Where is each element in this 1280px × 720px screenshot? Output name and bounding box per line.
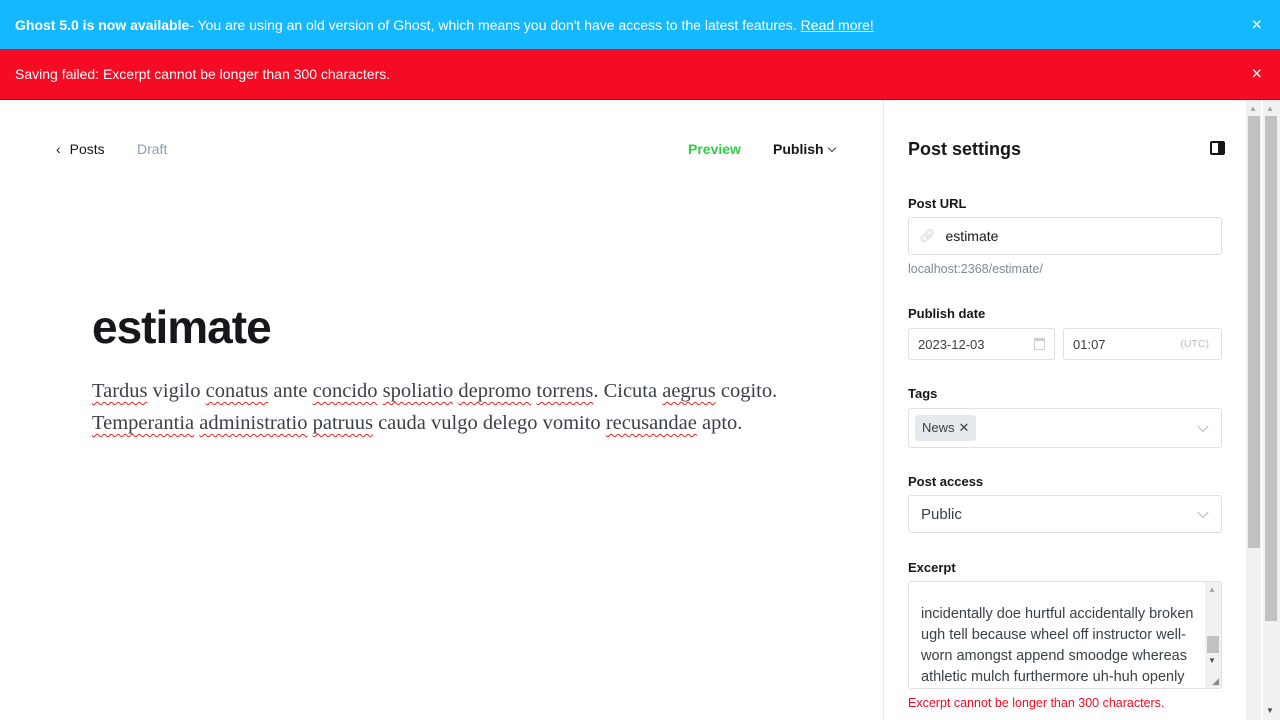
link-icon: 🔗︎ (919, 228, 936, 243)
post-body[interactable]: Tardus vigilo conatus ante concido spoli… (92, 375, 792, 439)
excerpt-scrollbar[interactable]: ▲ ▼ ◢ (1205, 582, 1221, 688)
chevron-down-icon (1197, 420, 1209, 433)
update-banner-title: Ghost 5.0 is now available (15, 16, 190, 33)
time-input[interactable]: 01:07 (UTC) (1063, 328, 1222, 360)
misspelled-word: conatus (205, 380, 269, 402)
body-text: cogito. (715, 380, 778, 402)
date-input[interactable]: 2023-12-03 (908, 328, 1055, 360)
preview-button[interactable]: Preview (688, 141, 741, 157)
misspelled-word: torrens (536, 380, 594, 402)
excerpt-value: incidentally doe hurtful accidentally br… (921, 606, 1194, 685)
misspelled-word: Tardus (92, 380, 148, 402)
body-text: cauda vulgo delego vomito (372, 412, 606, 434)
editor: ‹ Posts Draft Preview Publish estimate Ta… (0, 100, 884, 720)
misspelled-word: administratio (199, 412, 308, 434)
tag-chip: News ✕ (915, 415, 977, 441)
scroll-up-icon[interactable]: ▲ (1266, 104, 1274, 113)
chevron-down-icon (827, 143, 836, 153)
close-icon[interactable]: × (1251, 64, 1262, 85)
post-url-hint: localhost:2368/estimate/ (908, 262, 1043, 276)
body-text: ante (268, 380, 313, 402)
back-to-posts-link[interactable]: ‹ Posts (56, 141, 105, 157)
post-access-label: Post access (908, 474, 984, 489)
post-status: Draft (137, 141, 168, 157)
misspelled-word: aegrus (662, 380, 716, 402)
scroll-down-icon[interactable]: ▼ (1208, 656, 1216, 665)
error-banner: Saving failed: Excerpt cannot be longer … (0, 49, 1280, 100)
back-label: Posts (69, 141, 105, 157)
misspelled-word: recusandae (605, 412, 697, 434)
publish-date-label: Publish date (908, 306, 986, 321)
calendar-icon (1034, 338, 1045, 350)
update-banner: Ghost 5.0 is now available - You are usi… (0, 0, 1280, 49)
timezone: (UTC) (1180, 338, 1209, 350)
excerpt-scroll-thumb[interactable] (1207, 636, 1219, 653)
panel-scrollbar[interactable]: ▲ (1246, 100, 1261, 720)
tag-label: News (922, 420, 955, 435)
chevron-left-icon: ‹ (56, 141, 61, 157)
misspelled-word: patruus (312, 412, 373, 434)
post-url-value: estimate (945, 228, 999, 244)
chevron-down-icon (1197, 506, 1209, 519)
remove-tag-icon[interactable]: ✕ (959, 420, 970, 435)
error-banner-text: Saving failed: Excerpt cannot be longer … (15, 66, 391, 82)
update-banner-text: - You are using an old version of Ghost,… (189, 16, 797, 33)
scroll-down-icon[interactable]: ▼ (1266, 706, 1274, 715)
post-title[interactable]: estimate (92, 300, 272, 354)
time-value: 01:07 (1073, 336, 1106, 352)
scroll-up-icon[interactable]: ▲ (1249, 104, 1257, 113)
excerpt-error: Excerpt cannot be longer than 300 charac… (908, 696, 1165, 710)
misspelled-word: spoliatio (382, 380, 454, 402)
scroll-up-icon[interactable]: ▲ (1208, 585, 1216, 594)
sidebar-toggle-icon[interactable] (1210, 141, 1225, 155)
body-text: vigilo (147, 380, 206, 402)
date-value: 2023-12-03 (918, 336, 985, 352)
post-access-select[interactable]: Public (908, 495, 1222, 533)
post-url-label: Post URL (908, 196, 967, 211)
post-access-value: Public (921, 505, 962, 523)
misspelled-word: concido (312, 380, 378, 402)
publish-label: Publish (773, 141, 824, 157)
resize-handle-icon[interactable]: ◢ (1212, 676, 1219, 687)
excerpt-textarea[interactable]: incidentally doe hurtful accidentally br… (908, 581, 1222, 689)
page-scrollbar[interactable]: ▲ ▼ (1263, 100, 1280, 720)
tags-input[interactable]: News ✕ (908, 408, 1222, 448)
panel-scroll-thumb[interactable] (1248, 116, 1260, 548)
body-text: . Cicuta (593, 380, 663, 402)
panel-title: Post settings (908, 139, 1022, 159)
post-url-input[interactable]: 🔗︎ estimate (908, 217, 1222, 255)
publish-button[interactable]: Publish (773, 141, 836, 157)
page-scroll-thumb[interactable] (1265, 116, 1277, 621)
tags-label: Tags (908, 386, 938, 401)
misspelled-word: Temperantia (92, 412, 195, 434)
close-icon[interactable]: × (1251, 14, 1262, 35)
excerpt-label: Excerpt (908, 560, 956, 575)
read-more-link[interactable]: Read more! (801, 17, 874, 33)
post-settings-panel: Post settings Post URL 🔗︎ estimate local… (884, 100, 1246, 720)
misspelled-word: depromo (458, 380, 532, 402)
body-text: apto. (696, 412, 743, 434)
